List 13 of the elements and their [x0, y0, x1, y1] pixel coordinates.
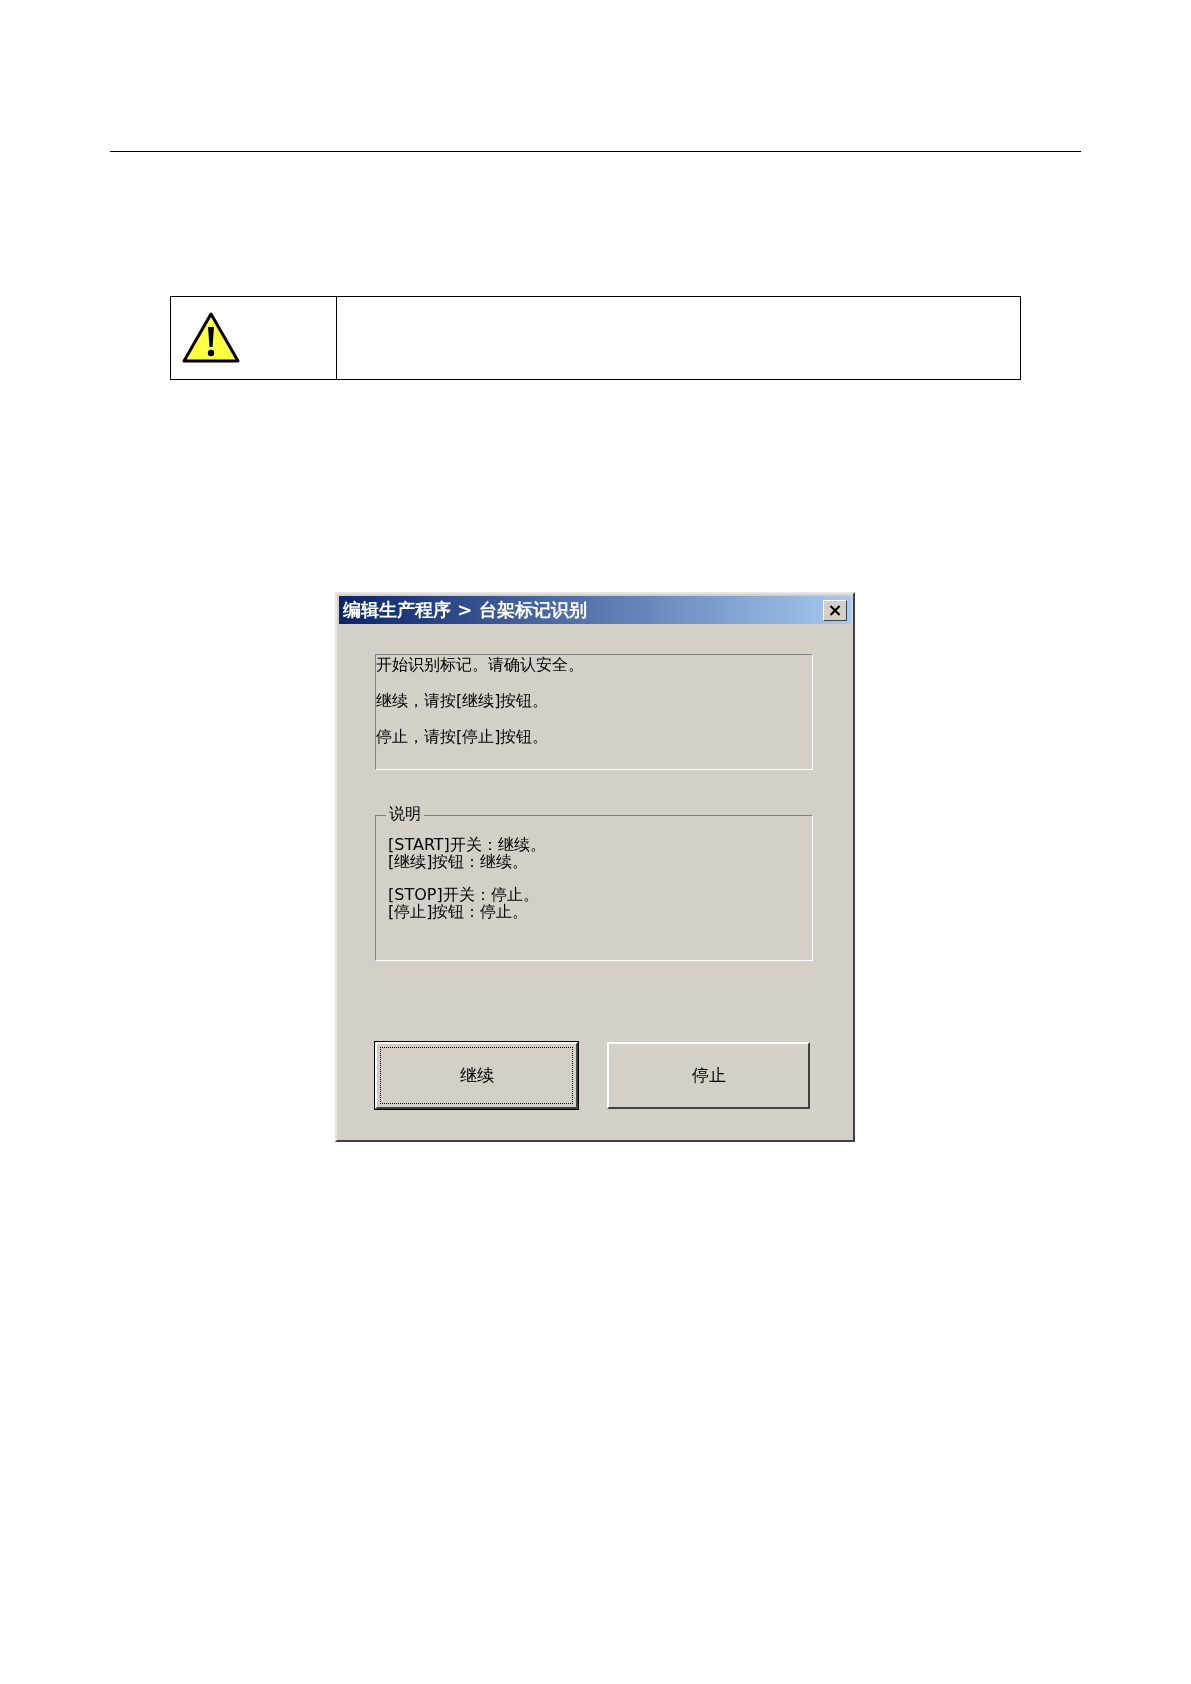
group-title: 说明: [386, 804, 424, 824]
message-text: 开始识别标记。请确认安全。: [376, 655, 585, 675]
description-text: [STOP]开关：停止。: [388, 886, 540, 903]
dialog-button[interactable]: 停止: [607, 1042, 810, 1109]
window-title: 编辑生产程序 > 台架标记识别: [343, 598, 587, 622]
description-text: [停止]按钮：停止。: [388, 903, 530, 920]
close-button[interactable]: ×: [823, 599, 847, 621]
warning-icon: [181, 311, 241, 365]
description-text: [继续]按钮：继续。: [388, 853, 530, 870]
dialog-button[interactable]: 继续: [375, 1042, 578, 1109]
message-text: 继续，请按[继续]按钮。: [376, 691, 550, 711]
description-text: [START]开关：继续。: [388, 836, 547, 853]
message-text: 停止，请按[停止]按钮。: [376, 727, 550, 747]
